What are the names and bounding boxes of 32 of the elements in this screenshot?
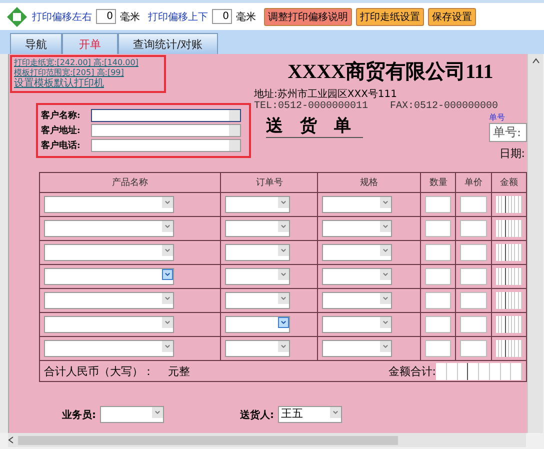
tab[interactable]: 导航 — [10, 33, 62, 54]
field-label: 客户电话: — [41, 139, 82, 152]
offset-field[interactable]: 0 — [212, 9, 232, 24]
offset-label: 打印偏移上下 — [148, 10, 208, 24]
toolbar-button[interactable]: 打印走纸设置 — [356, 8, 424, 26]
unit-label: 毫米 — [120, 10, 140, 24]
phone-text: TEL:0512-0000000011 — [254, 101, 368, 112]
fax-text: FAX:0512-000000000 — [390, 101, 498, 112]
order-number-caption: 单号 — [489, 112, 505, 123]
toolbar-button[interactable]: 调整打印偏移说明 — [264, 8, 352, 26]
column-header: 订单号 — [220, 172, 318, 192]
field-label: 客户地址: — [41, 124, 82, 137]
document-title: 送 货 单 — [266, 114, 363, 138]
settings-link[interactable]: 模板打印范围宽:[205] 高:[99] — [14, 68, 162, 78]
company-name: XXXX商贸有限公司111 — [288, 60, 494, 85]
column-header: 规格 — [318, 172, 421, 192]
field-label: 业务员: — [62, 408, 96, 422]
offset-label: 打印偏移左右 — [32, 10, 92, 24]
address-text: 地址:苏州市工业园区XXX号111 — [254, 88, 398, 101]
tab[interactable]: 查询统计/对账 — [118, 33, 218, 54]
unit-label: 毫米 — [236, 10, 256, 24]
column-header: 产品名称 — [40, 172, 221, 192]
field-label: 送货人: — [240, 408, 274, 422]
offset-field[interactable]: 0 — [96, 9, 116, 24]
column-header: 单价 — [456, 172, 492, 192]
field-label: 客户名称: — [41, 109, 82, 122]
settings-link[interactable]: 打印走纸宽:[242.00] 高:[140.00] — [14, 58, 162, 68]
date-label: 日期: — [499, 146, 525, 161]
column-header: 数量 — [420, 172, 456, 192]
combo-box[interactable]: 王五 — [278, 406, 342, 423]
order-number-field[interactable]: 单号: — [489, 123, 527, 142]
toolbar-button[interactable]: 保存设置 — [428, 8, 476, 26]
